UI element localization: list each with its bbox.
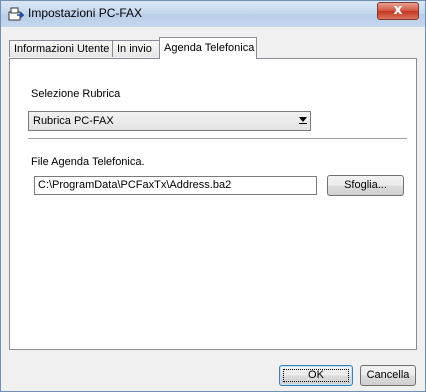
- browse-button-label: Sfoglia...: [344, 179, 387, 191]
- tab-agenda-telefonica[interactable]: Agenda Telefonica: [159, 37, 257, 59]
- address-book-label: Selezione Rubrica: [31, 88, 121, 100]
- file-path-input[interactable]: C:\ProgramData\PCFaxTx\Address.ba2: [34, 176, 317, 195]
- title-bar[interactable]: Impostazioni PC-FAX x: [1, 1, 425, 27]
- focus-ring: [283, 369, 349, 382]
- close-button[interactable]: x: [377, 2, 419, 20]
- section-separator: [28, 138, 407, 139]
- dropdown-underline: [299, 123, 307, 124]
- settings-dialog: Impostazioni PC-FAX x Informazioni Utent…: [0, 0, 426, 392]
- fax-device-icon: [8, 7, 24, 21]
- cancel-button-label: Cancella: [366, 369, 410, 381]
- address-book-selected-value: Rubrica PC-FAX: [33, 115, 114, 127]
- tab-label: Agenda Telefonica: [164, 42, 255, 54]
- tab-in-invio[interactable]: In invio: [112, 40, 160, 57]
- address-book-select[interactable]: Rubrica PC-FAX: [28, 111, 311, 131]
- cancel-button[interactable]: Cancella: [360, 365, 416, 386]
- tab-panel-agenda-telefonica: [9, 58, 417, 350]
- chevron-down-icon: [299, 117, 307, 122]
- file-path-label: File Agenda Telefonica.: [31, 156, 145, 168]
- browse-button[interactable]: Sfoglia...: [327, 175, 404, 196]
- window-title: Impostazioni PC-FAX: [28, 6, 143, 20]
- ok-button[interactable]: OK: [279, 365, 353, 386]
- tab-label: In invio: [117, 43, 152, 55]
- tab-informazioni-utente[interactable]: Informazioni Utente: [9, 40, 113, 57]
- tab-label: Informazioni Utente: [14, 43, 110, 55]
- close-icon: x: [393, 2, 403, 18]
